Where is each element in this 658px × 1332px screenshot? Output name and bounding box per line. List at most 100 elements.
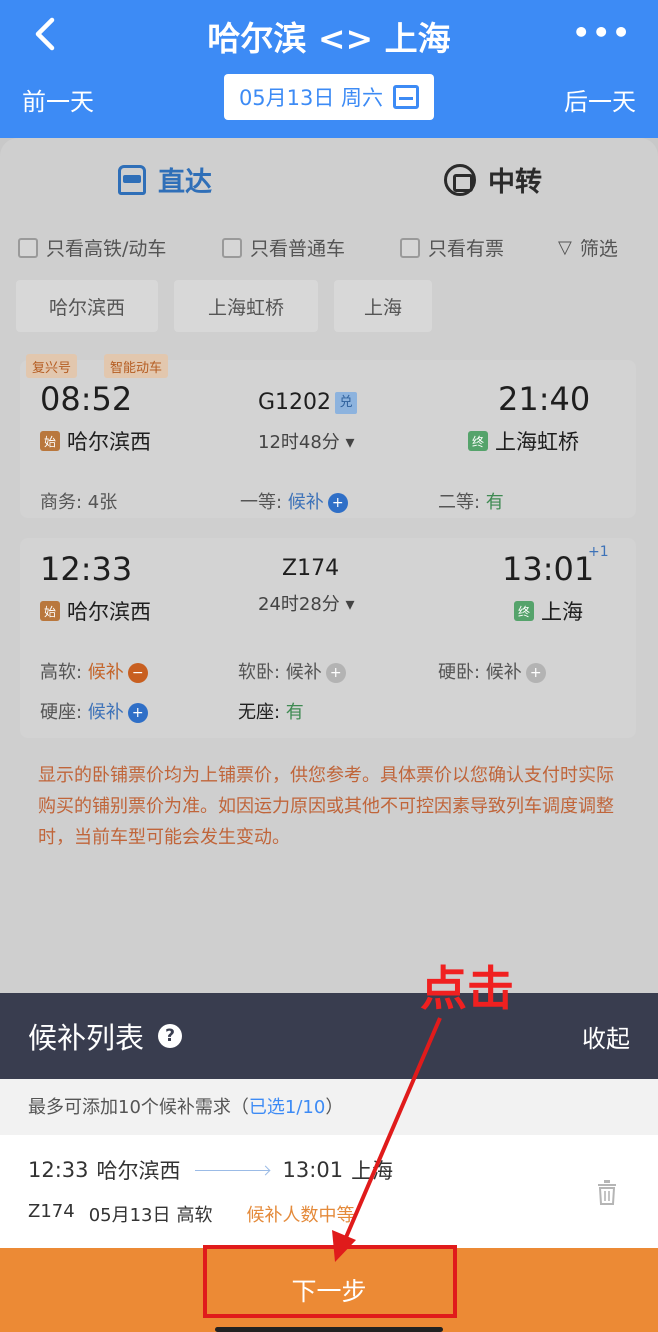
seat-label: 无座: — [238, 702, 286, 723]
tab-transfer[interactable]: 中转 — [444, 160, 542, 199]
depart-station-name: 哈尔滨西 — [67, 430, 151, 454]
filter-available[interactable]: 只看有票 — [400, 234, 504, 261]
duration[interactable]: 24时28分 ▾ — [258, 590, 355, 616]
seat-first[interactable]: 一等: 候补 + — [240, 488, 348, 514]
limit-text: 最多可添加10个候补需求（ — [28, 1097, 249, 1118]
depart-time: 08:52 — [40, 380, 133, 418]
arrive-time: 21:40 — [498, 380, 591, 418]
seat-value: 候补 — [87, 662, 124, 683]
duration[interactable]: 12时48分 ▾ — [258, 428, 355, 454]
item-arrive-time: 13:01 — [282, 1158, 344, 1182]
seat-label: 高软: — [40, 662, 88, 683]
train-icon — [118, 164, 146, 195]
seat-hard-sleeper[interactable]: 硬卧: 候补 + — [438, 658, 546, 684]
help-icon[interactable]: ? — [158, 1024, 183, 1048]
seat-label: 软卧: — [238, 662, 286, 683]
tab-direct-label: 直达 — [158, 167, 212, 198]
depart-station: 始 哈尔滨西 — [40, 426, 151, 456]
tab-direct[interactable]: 直达 — [118, 160, 212, 199]
filter-label: 只看有票 — [428, 238, 505, 260]
seat-value: 候补 — [87, 702, 124, 723]
depart-station: 始 哈尔滨西 — [40, 596, 151, 626]
station-chip[interactable]: 上海 — [334, 280, 432, 332]
depart-station-name: 哈尔滨西 — [67, 600, 151, 624]
queue-status: 候补人数中等 — [246, 1205, 355, 1226]
filter-normal[interactable]: 只看普通车 — [222, 234, 345, 261]
waitlist-route: 12:33 哈尔滨西 13:01 上海 — [28, 1155, 393, 1185]
route-arrow-icon — [194, 1169, 269, 1171]
train-card-z174[interactable]: 12:33 始 哈尔滨西 Z174 24时28分 ▾ 13:01 +1 终 上海… — [20, 538, 636, 738]
station-chip[interactable]: 哈尔滨西 — [16, 280, 158, 332]
prev-day-button[interactable]: 前一天 — [22, 82, 94, 117]
seat-value: 候补 — [287, 492, 324, 513]
seat-value: 有 — [485, 492, 504, 513]
train-number: G1202 兑 — [258, 390, 358, 415]
add-circle-icon[interactable]: + — [325, 663, 346, 683]
chevron-down-icon: ▾ — [345, 432, 355, 453]
depart-time: 12:33 — [40, 550, 133, 588]
date-label: 05月13日 周六 — [238, 86, 384, 110]
chevron-down-icon: ▾ — [345, 594, 355, 615]
top-bar: 哈尔滨 <> 上海 ••• 前一天 05月13日 周六 后一天 — [0, 0, 658, 138]
seat-label: 硬卧: — [438, 662, 486, 683]
waitlist-item[interactable]: 12:33 哈尔滨西 13:01 上海 Z174 05月13日 高软 候补人数中… — [0, 1135, 658, 1248]
home-indicator — [215, 1327, 443, 1332]
next-day-button[interactable]: 后一天 — [564, 82, 636, 117]
exchange-badge: 兑 — [335, 392, 358, 414]
waitlist-limit-text: 最多可添加10个候补需求（已选1/10） — [28, 1093, 343, 1119]
date-selector[interactable]: 05月13日 周六 — [224, 74, 434, 120]
seat-label: 二等: — [438, 492, 486, 513]
train-list-area: 直达 中转 只看高铁/动车 只看普通车 只看有票 ▽ 筛选 哈尔滨西 上海虹桥 … — [0, 138, 658, 993]
seat-value: 候补 — [285, 662, 322, 683]
filter-label: 只看普通车 — [250, 238, 346, 260]
more-icon[interactable]: ••• — [572, 16, 632, 49]
duration-text: 24时28分 — [258, 594, 340, 615]
seat-value: 有 — [285, 702, 304, 723]
origin-station-icon: 始 — [40, 601, 60, 621]
filter-button[interactable]: ▽ 筛选 — [558, 234, 618, 261]
arrive-station: 终 上海虹桥 — [468, 426, 579, 456]
calendar-icon — [393, 85, 420, 109]
add-circle-icon[interactable]: + — [327, 493, 348, 513]
seat-business: 商务: 4张 — [40, 488, 117, 514]
click-annotation: 点击 — [420, 962, 514, 1017]
transfer-icon — [444, 163, 476, 196]
checkbox[interactable] — [400, 237, 420, 258]
filter-highspeed[interactable]: 只看高铁/动车 — [18, 234, 166, 261]
remove-circle-icon[interactable]: − — [127, 663, 148, 683]
seat-second: 二等: 有 — [438, 488, 504, 514]
selected-count: 已选1/10 — [248, 1097, 326, 1118]
train-card-g1202[interactable]: 复兴号 智能动车 08:52 始 哈尔滨西 G1202 兑 12时48分 ▾ 21… — [20, 354, 636, 518]
collapse-button[interactable]: 收起 — [582, 1019, 630, 1054]
station-chip[interactable]: 上海虹桥 — [174, 280, 318, 332]
result-panel: 直达 中转 只看高铁/动车 只看普通车 只看有票 ▽ 筛选 哈尔滨西 上海虹桥 … — [0, 138, 658, 993]
seat-hard-seat[interactable]: 硬座: 候补 + — [40, 698, 148, 724]
waitlist-details: Z174 05月13日 高软 候补人数中等 — [28, 1201, 355, 1227]
next-day-offset: +1 — [588, 544, 609, 560]
filter-button-label: 筛选 — [579, 238, 618, 260]
item-from-station: 哈尔滨西 — [96, 1159, 181, 1183]
seat-label: 商务: — [40, 492, 88, 513]
filter-label: 只看高铁/动车 — [46, 238, 167, 260]
trash-icon[interactable] — [596, 1179, 618, 1205]
seat-deluxe-soft[interactable]: 高软: 候补 − — [40, 658, 148, 684]
seat-label: 硬座: — [40, 702, 88, 723]
checkbox[interactable] — [222, 237, 242, 258]
item-depart-time: 12:33 — [28, 1158, 89, 1182]
funnel-icon: ▽ — [558, 237, 572, 258]
seat-soft-sleeper[interactable]: 软卧: 候补 + — [238, 658, 346, 684]
highlight-box — [203, 1245, 457, 1318]
item-date: 05月13日 — [88, 1205, 171, 1226]
seat-no-seat: 无座: 有 — [238, 698, 304, 724]
arrive-station: 终 上海 — [514, 596, 583, 626]
item-seat-class: 高软 — [176, 1205, 213, 1226]
sheet-title: 候补列表 — [28, 1021, 145, 1055]
origin-station-icon: 始 — [40, 431, 60, 451]
smart-emu-badge: 智能动车 — [104, 354, 169, 378]
add-circle-icon[interactable]: + — [525, 663, 546, 683]
tab-transfer-label: 中转 — [488, 167, 542, 198]
arrive-station-name: 上海 — [541, 600, 583, 624]
checkbox[interactable] — [18, 237, 38, 258]
terminal-station-icon: 终 — [468, 431, 488, 451]
add-circle-icon[interactable]: + — [127, 703, 148, 723]
